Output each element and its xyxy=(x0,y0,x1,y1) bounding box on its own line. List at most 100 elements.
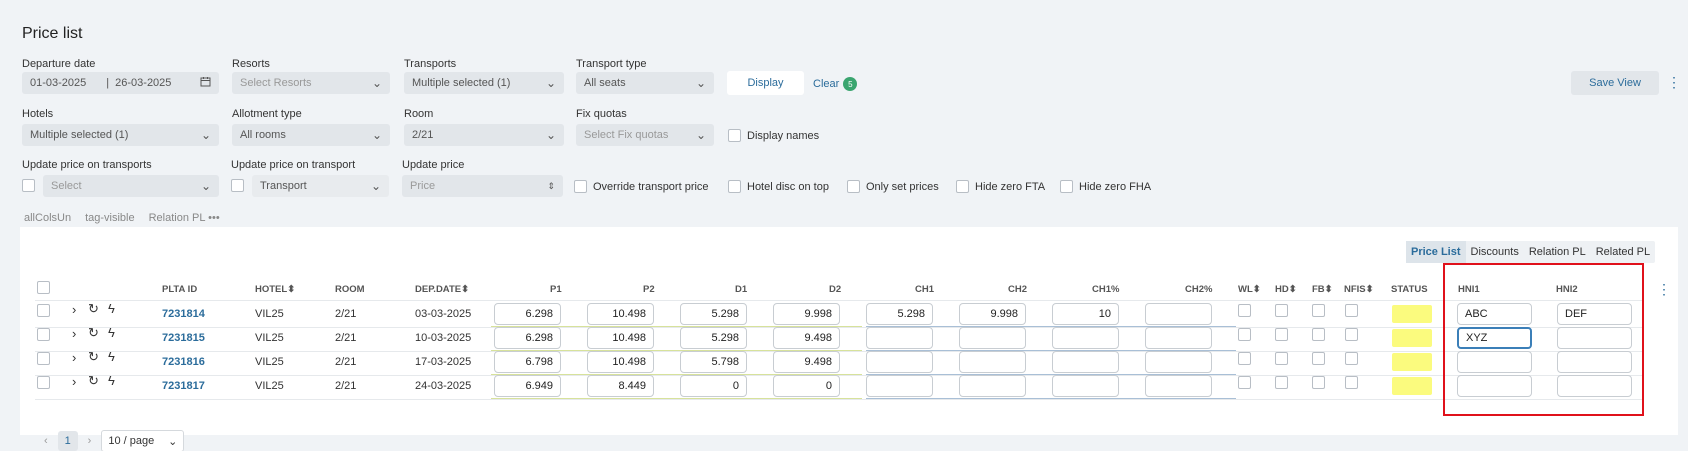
ch1p-input[interactable] xyxy=(1052,351,1119,373)
d1-input[interactable]: 5.298 xyxy=(680,327,747,349)
refresh-icon[interactable]: ↻ xyxy=(88,325,99,341)
row-checkbox[interactable] xyxy=(37,328,50,344)
checkbox[interactable] xyxy=(728,129,741,142)
p2-input[interactable]: 10.498 xyxy=(587,303,654,325)
tab-discounts[interactable]: Discounts xyxy=(1466,241,1524,263)
refresh-icon[interactable]: ↻ xyxy=(88,349,99,365)
transport-type-select[interactable]: All seats ⌄ xyxy=(576,72,714,94)
next-page-button[interactable]: › xyxy=(88,435,92,447)
col-d1[interactable]: D1 xyxy=(735,284,747,295)
select-all-checkbox[interactable] xyxy=(37,281,50,297)
bolt-icon[interactable]: ϟ xyxy=(108,349,115,364)
flag-checkbox-wl[interactable] xyxy=(1238,376,1251,392)
row-checkbox[interactable] xyxy=(37,376,50,392)
p1-input[interactable]: 6.298 xyxy=(494,327,561,349)
col-fb[interactable]: FB⬍ xyxy=(1312,284,1333,295)
flag-checkbox-nfis[interactable] xyxy=(1345,304,1358,320)
p1-input[interactable]: 6.298 xyxy=(494,303,561,325)
update-price-transport-select[interactable]: Transport ⌄ xyxy=(252,175,389,197)
flag-checkbox-nfis[interactable] xyxy=(1345,352,1358,368)
bolt-icon[interactable]: ϟ xyxy=(108,301,115,316)
col-plta-id[interactable]: PLTA ID xyxy=(162,284,197,295)
ch2p-input[interactable] xyxy=(1145,303,1212,325)
tab-price-list[interactable]: Price List xyxy=(1406,241,1466,263)
hotel-disc-on-top-checkbox[interactable]: Hotel disc on top xyxy=(728,180,829,193)
d2-input[interactable]: 0 xyxy=(773,375,840,397)
p2-input[interactable]: 10.498 xyxy=(587,351,654,373)
tab-relation-pl[interactable]: Relation PL xyxy=(1524,241,1591,263)
col-p2[interactable]: P2 xyxy=(643,284,655,295)
clear-button[interactable]: Clear 5 xyxy=(813,77,858,91)
ch2-input[interactable] xyxy=(959,375,1026,397)
col-nfis[interactable]: NFIS⬍ xyxy=(1344,284,1374,295)
ch2-input[interactable]: 9.998 xyxy=(959,303,1026,325)
tag-visible[interactable]: tag-visible xyxy=(85,212,135,224)
col-dep-date[interactable]: DEP.DATE⬍ xyxy=(415,284,469,295)
refresh-icon[interactable]: ↻ xyxy=(88,301,99,317)
row-checkbox[interactable] xyxy=(37,304,50,320)
flag-checkbox-hd[interactable] xyxy=(1275,376,1288,392)
expand-icon[interactable]: › xyxy=(72,350,76,365)
refresh-icon[interactable]: ↻ xyxy=(88,373,99,389)
prev-page-button[interactable]: ‹ xyxy=(44,435,48,447)
ch2p-input[interactable] xyxy=(1145,351,1212,373)
col-room[interactable]: ROOM xyxy=(335,284,365,295)
p2-input[interactable]: 10.498 xyxy=(587,327,654,349)
tag-allcolsun[interactable]: allColsUn xyxy=(24,212,71,224)
flag-checkbox-nfis[interactable] xyxy=(1345,328,1358,344)
ch1-input[interactable] xyxy=(866,375,933,397)
plta-id-link[interactable]: 7231815 xyxy=(162,332,205,344)
d2-input[interactable]: 9.998 xyxy=(773,303,840,325)
bolt-icon[interactable]: ϟ xyxy=(108,325,115,340)
update-transport-checkbox[interactable] xyxy=(231,179,244,195)
col-d2[interactable]: D2 xyxy=(829,284,841,295)
room-select[interactable]: 2/21 ⌄ xyxy=(404,124,564,146)
transports-select[interactable]: Multiple selected (1) ⌄ xyxy=(404,72,564,94)
allotment-type-select[interactable]: All rooms ⌄ xyxy=(232,124,390,146)
display-names-checkbox[interactable]: Display names xyxy=(728,129,819,142)
departure-date-range[interactable]: 01-03-2025 | 26-03-2025 xyxy=(22,72,219,94)
ch2p-input[interactable] xyxy=(1145,327,1212,349)
d1-input[interactable]: 5.798 xyxy=(680,351,747,373)
display-button[interactable]: Display xyxy=(727,71,804,95)
flag-checkbox-hd[interactable] xyxy=(1275,328,1288,344)
ch2-input[interactable] xyxy=(959,351,1026,373)
ch1-input[interactable] xyxy=(866,327,933,349)
more-vertical-icon[interactable]: ⋮ xyxy=(1657,281,1671,298)
plta-id-link[interactable]: 7231814 xyxy=(162,308,205,320)
ch1p-input[interactable] xyxy=(1052,375,1119,397)
ch1-input[interactable]: 5.298 xyxy=(866,303,933,325)
tag-relation-pl[interactable]: Relation PL ••• xyxy=(149,212,220,224)
flag-checkbox-hd[interactable] xyxy=(1275,304,1288,320)
col-status[interactable]: STATUS xyxy=(1391,284,1428,295)
ch1-input[interactable] xyxy=(866,351,933,373)
ch1p-input[interactable]: 10 xyxy=(1052,303,1119,325)
col-ch1-pct[interactable]: CH1% xyxy=(1092,284,1119,295)
flag-checkbox-fb[interactable] xyxy=(1312,376,1325,392)
resorts-select[interactable]: Select Resorts ⌄ xyxy=(232,72,390,94)
flag-checkbox-fb[interactable] xyxy=(1312,304,1325,320)
flag-checkbox-fb[interactable] xyxy=(1312,328,1325,344)
col-ch1[interactable]: CH1 xyxy=(915,284,934,295)
hide-zero-fta-checkbox[interactable]: Hide zero FTA xyxy=(956,180,1045,193)
expand-icon[interactable]: › xyxy=(72,374,76,389)
col-ch2[interactable]: CH2 xyxy=(1008,284,1027,295)
col-hd[interactable]: HD⬍ xyxy=(1275,284,1297,295)
d2-input[interactable]: 9.498 xyxy=(773,327,840,349)
ch1p-input[interactable] xyxy=(1052,327,1119,349)
bolt-icon[interactable]: ϟ xyxy=(108,373,115,388)
page-size-select[interactable]: 10 / page ⌄ xyxy=(101,430,185,451)
more-vertical-icon[interactable]: ⋮ xyxy=(1667,74,1681,91)
flag-checkbox-wl[interactable] xyxy=(1238,304,1251,320)
d1-input[interactable]: 0 xyxy=(680,375,747,397)
flag-checkbox-hd[interactable] xyxy=(1275,352,1288,368)
d1-input[interactable]: 5.298 xyxy=(680,303,747,325)
p1-input[interactable]: 6.798 xyxy=(494,351,561,373)
p2-input[interactable]: 8.449 xyxy=(587,375,654,397)
hotels-select[interactable]: Multiple selected (1) ⌄ xyxy=(22,124,219,146)
col-wl[interactable]: WL⬍ xyxy=(1238,284,1261,295)
update-price-input[interactable]: Price ⇕ xyxy=(402,175,563,197)
tab-related-pl[interactable]: Related PL xyxy=(1591,241,1655,263)
hide-zero-fha-checkbox[interactable]: Hide zero FHA xyxy=(1060,180,1151,193)
col-p1[interactable]: P1 xyxy=(550,284,562,295)
